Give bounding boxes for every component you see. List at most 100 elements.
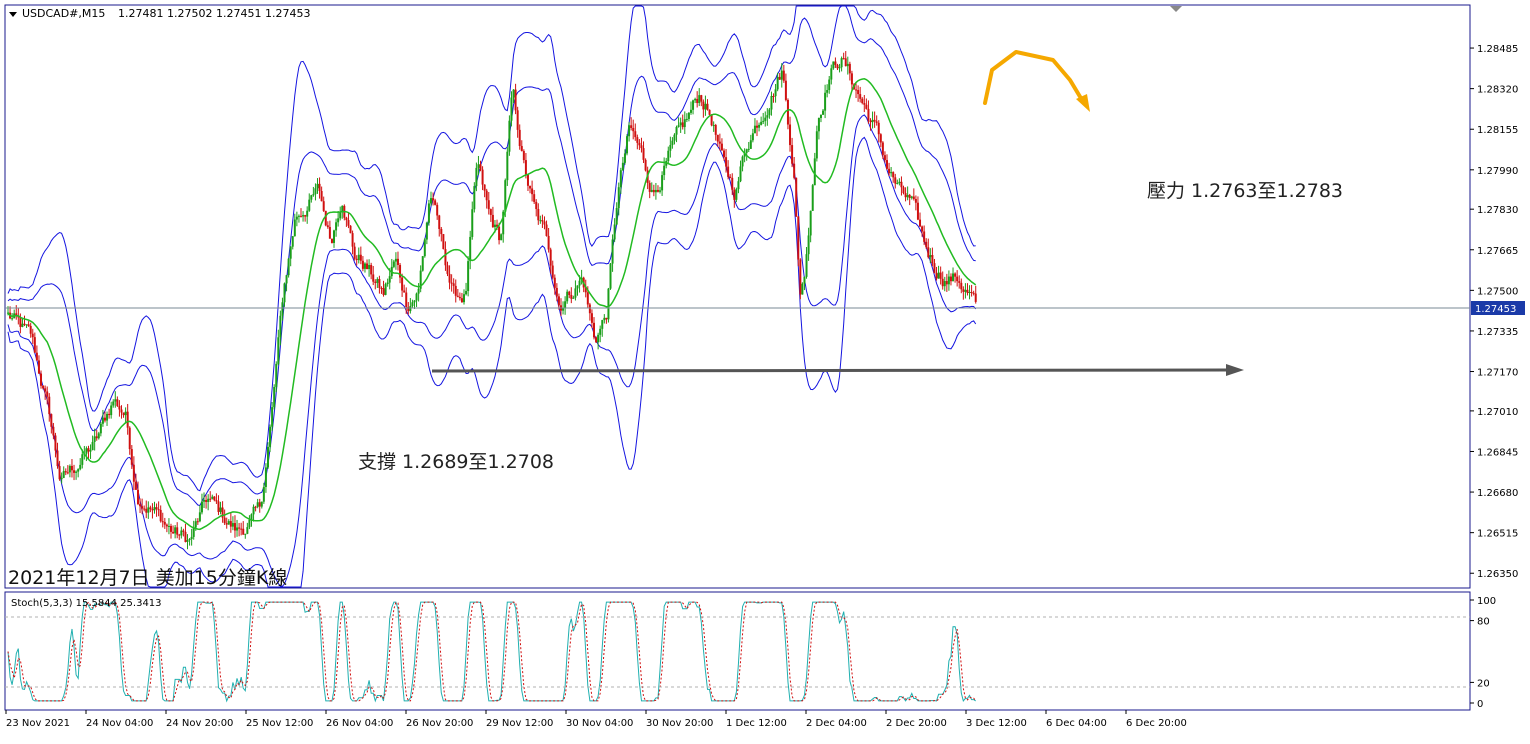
candle-body: [147, 507, 150, 513]
candle-body: [865, 104, 868, 109]
candle-body: [543, 221, 546, 225]
candle-body: [295, 216, 298, 220]
candle-body: [617, 187, 620, 209]
candle-body: [266, 446, 269, 468]
candle-body: [101, 417, 104, 424]
candle-body: [108, 413, 111, 416]
candle-body: [941, 278, 944, 287]
candle-body: [692, 100, 695, 110]
candle-body: [277, 337, 280, 364]
candle-body: [722, 150, 725, 158]
candle-body: [626, 136, 629, 154]
candle-body: [914, 199, 917, 203]
time-tick-label: 30 Nov 20:00: [646, 718, 713, 729]
candle-body: [770, 95, 773, 110]
price-tick-label: 1.27335: [1477, 327, 1518, 338]
candle-body: [739, 166, 742, 182]
candle-body: [595, 337, 598, 343]
candle-body: [952, 273, 955, 282]
candle-body: [483, 184, 486, 191]
candle-body: [729, 176, 732, 178]
candle-body: [687, 112, 690, 119]
time-tick-label: 1 Dec 12:00: [726, 718, 787, 729]
candle-body: [731, 177, 734, 190]
candle-body: [539, 220, 542, 222]
candle-body: [888, 168, 891, 174]
candle-body: [696, 98, 699, 104]
candle-body: [630, 125, 633, 128]
candle-body: [603, 317, 606, 321]
candle-body: [974, 293, 977, 302]
candle-body: [885, 160, 888, 169]
candle-body: [859, 94, 862, 99]
stoch-tick-label: 100: [1477, 596, 1496, 607]
candle-body: [642, 148, 645, 160]
candle-body: [871, 119, 874, 123]
candle-body: [906, 194, 909, 198]
candle-body: [927, 247, 930, 258]
candle-body: [382, 288, 385, 295]
candle-body: [541, 220, 544, 222]
candle-body: [840, 58, 843, 68]
candle-body: [297, 215, 300, 217]
price-tick-label: 1.27170: [1477, 368, 1518, 379]
candle-body: [46, 391, 49, 397]
candle-body: [287, 258, 290, 276]
candle-body: [258, 502, 261, 507]
candle-body: [248, 519, 251, 528]
candle-body: [702, 101, 705, 110]
candle-body: [302, 215, 305, 217]
candle-body: [184, 531, 187, 542]
candle-body: [308, 199, 311, 211]
candle-body: [432, 198, 435, 201]
candle-body: [23, 323, 26, 325]
candle-body: [958, 281, 961, 283]
candle-body: [650, 189, 653, 192]
candle-body: [935, 273, 938, 279]
candle-body: [842, 58, 845, 60]
candle-body: [619, 170, 622, 188]
candle-body: [413, 300, 416, 303]
candle-body: [44, 388, 47, 392]
chart-root: USDCAD#,M15 1.27481 1.27502 1.27451 1.27…: [0, 0, 1530, 740]
candle-body: [289, 246, 292, 259]
candle-body: [919, 219, 922, 227]
candle-body: [574, 288, 577, 298]
candle-body: [205, 500, 208, 502]
candle-body: [252, 506, 255, 515]
candle-body: [207, 498, 210, 502]
candle-body: [667, 150, 670, 162]
candle-body: [520, 145, 523, 152]
candle-body: [254, 506, 257, 508]
candle-body: [698, 95, 701, 104]
candle-body: [79, 464, 82, 470]
candle-body: [632, 127, 635, 132]
candle-body: [163, 521, 166, 525]
candle-body: [50, 414, 53, 427]
candle-body: [875, 121, 878, 123]
candle-body: [318, 183, 321, 191]
candle-body: [628, 125, 631, 137]
candle-body: [99, 423, 102, 434]
candle-body: [929, 255, 932, 258]
candle-body: [349, 225, 352, 234]
candle-body: [409, 306, 412, 312]
candle-body: [380, 287, 383, 289]
candle-body: [881, 142, 884, 156]
candle-body: [27, 324, 30, 326]
candle-body: [180, 530, 183, 536]
candle-body: [120, 409, 123, 413]
candle-body: [19, 317, 22, 327]
candle-body: [822, 110, 825, 115]
candle-body: [145, 508, 148, 513]
candle-body: [368, 264, 371, 270]
candle-body: [335, 222, 338, 231]
candle-body: [850, 73, 853, 85]
candle-body: [186, 540, 189, 542]
candle-body: [477, 164, 480, 168]
candle-body: [246, 527, 249, 534]
candle-body: [427, 203, 430, 223]
candle-body: [293, 219, 296, 237]
candle-body: [440, 228, 443, 235]
candle-body: [423, 239, 426, 257]
